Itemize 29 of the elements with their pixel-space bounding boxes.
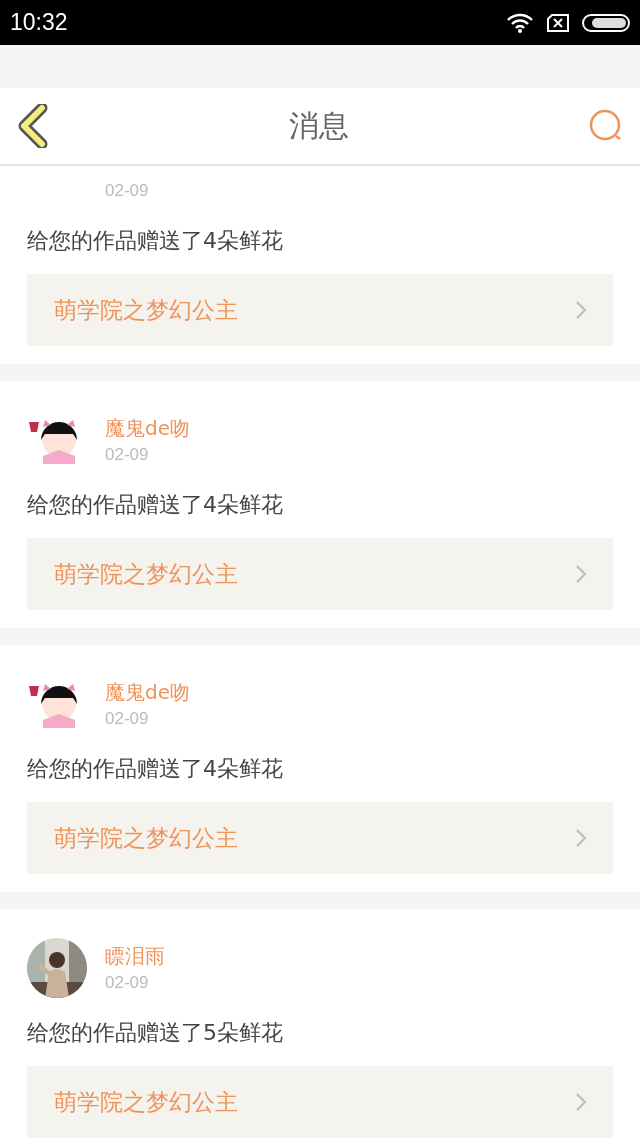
chevron-right-icon: [575, 1092, 587, 1112]
work-link[interactable]: 萌学院之梦幻公主: [27, 802, 613, 874]
work-title: 萌学院之梦幻公主: [54, 559, 238, 589]
page-title: 消息: [289, 106, 349, 145]
message-date: 02-09: [105, 181, 149, 201]
message-text: 给您的作品赠送了4朵鲜花: [27, 491, 284, 519]
sender-name[interactable]: 魔鬼de吻: [105, 415, 190, 441]
work-title: 萌学院之梦幻公主: [54, 823, 238, 853]
chevron-right-icon: [575, 300, 587, 320]
sender-name[interactable]: 瞟泪雨: [105, 943, 165, 969]
message-date: 02-09: [105, 709, 150, 729]
message-date: 02-09: [105, 445, 150, 465]
work-title: 萌学院之梦幻公主: [54, 1087, 238, 1117]
battery-icon: [582, 12, 630, 33]
sim-card-icon: [546, 12, 570, 33]
work-link[interactable]: 萌学院之梦幻公主: [27, 274, 613, 346]
message-text: 给您的作品赠送了4朵鲜花: [27, 227, 284, 255]
message-date: 02-09: [105, 973, 150, 993]
chevron-right-icon: [575, 828, 587, 848]
work-title: 萌学院之梦幻公主: [54, 295, 238, 325]
work-link[interactable]: 萌学院之梦幻公主: [27, 538, 613, 610]
work-link[interactable]: 萌学院之梦幻公主: [27, 1066, 613, 1138]
message-text: 给您的作品赠送了5朵鲜花: [27, 1019, 284, 1047]
chevron-right-icon: [575, 564, 587, 584]
clock: 10:32: [10, 9, 68, 36]
back-icon[interactable]: [18, 104, 50, 148]
wifi-icon: [506, 12, 534, 33]
sender-name[interactable]: 魔鬼de吻: [105, 679, 190, 705]
message-text: 给您的作品赠送了4朵鲜花: [27, 755, 284, 783]
